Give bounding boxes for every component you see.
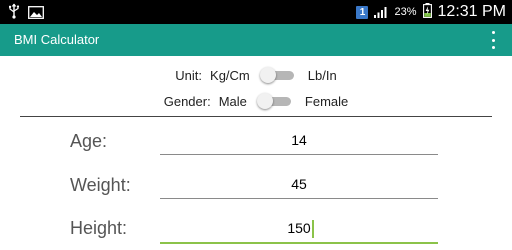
usb-icon — [8, 3, 20, 23]
gender-option-female: Female — [304, 93, 349, 109]
height-input[interactable]: 150 — [160, 218, 438, 244]
clock: 12:31 PM — [437, 3, 506, 20]
status-icons-left — [8, 3, 44, 23]
divider — [20, 116, 492, 117]
unit-row: Unit: Kg/Cm Lb/In — [0, 63, 512, 87]
age-value: 14 — [291, 132, 307, 148]
age-label: Age: — [70, 131, 108, 151]
height-value: 150 — [287, 220, 311, 236]
height-label: Height: — [70, 218, 128, 238]
gender-label: Gender: — [163, 93, 211, 109]
image-icon — [28, 4, 44, 23]
gender-option-male: Male — [218, 93, 247, 109]
weight-value: 45 — [291, 176, 307, 192]
weight-input[interactable]: 45 — [160, 174, 438, 199]
battery-charging-icon — [422, 2, 432, 22]
gender-toggle[interactable] — [256, 93, 295, 109]
unit-toggle[interactable] — [259, 67, 298, 83]
action-bar: BMI Calculator — [0, 24, 512, 56]
unit-option-lbin: Lb/In — [307, 67, 337, 83]
overflow-menu-icon[interactable] — [490, 31, 496, 49]
unit-label: Unit: — [175, 67, 203, 83]
status-icons-right: 1 23% 12:31 PM — [356, 0, 506, 24]
gender-row: Gender: Male Female — [0, 89, 512, 113]
notification-badge: 1 — [356, 5, 369, 19]
status-bar: 1 23% 12:31 PM — [0, 0, 512, 24]
text-cursor — [312, 220, 314, 238]
weight-label: Weight: — [70, 175, 131, 195]
battery-percent: 23% — [394, 6, 417, 18]
app-title: BMI Calculator — [14, 32, 100, 47]
unit-option-kgcm: Kg/Cm — [210, 67, 250, 83]
age-input[interactable]: 14 — [160, 130, 438, 155]
signal-icon — [374, 3, 388, 22]
